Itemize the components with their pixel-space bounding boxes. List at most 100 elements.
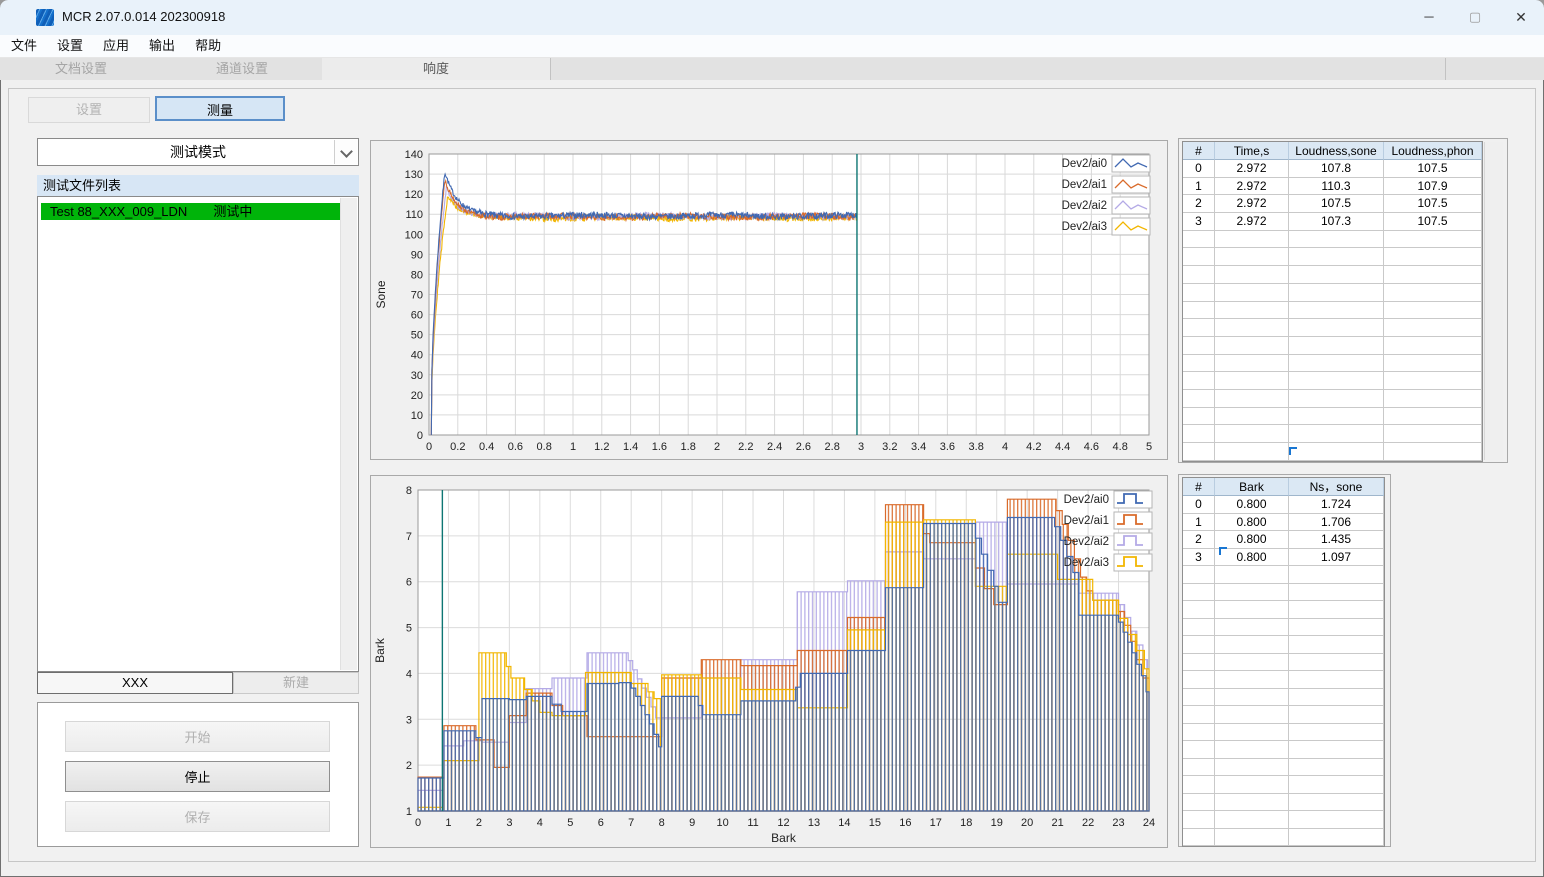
table-cell[interactable] (1289, 248, 1384, 267)
test-file-item[interactable]: Test 88_XXX_009_LDN 测试中 (41, 203, 341, 220)
table-cell[interactable]: 107.5 (1384, 195, 1482, 214)
table-row[interactable] (1183, 389, 1482, 408)
specific-loudness-chart[interactable]: 0 1 2 3 4 5 6 7 8 9 10 11 12 13 14 15 16 17 18 19 20 21 22 23 24… (370, 475, 1168, 848)
xxx-button[interactable]: XXX (37, 672, 233, 694)
table-cell[interactable] (1289, 566, 1384, 584)
table-row[interactable] (1183, 758, 1384, 776)
table-cell[interactable] (1183, 671, 1215, 689)
table-cell[interactable]: 1.724 (1289, 496, 1384, 514)
table-row[interactable] (1183, 266, 1482, 284)
table-cell[interactable] (1215, 811, 1289, 829)
table-row[interactable] (1183, 688, 1384, 706)
menu-item-0[interactable]: 文件 (2, 35, 46, 57)
table-cell[interactable]: 2.972 (1215, 213, 1289, 231)
table-cell[interactable]: 107.5 (1384, 213, 1482, 231)
table-cell[interactable] (1384, 230, 1482, 249)
table-cell[interactable]: 0.800 (1215, 531, 1289, 549)
subtab-settings-button[interactable]: 设置 (28, 97, 150, 123)
stop-button[interactable]: 停止 (65, 761, 330, 792)
table-cell[interactable] (1215, 601, 1289, 619)
table-cell[interactable]: 1 (1183, 177, 1215, 196)
table-cell[interactable] (1215, 723, 1289, 741)
test-file-listbox[interactable]: Test 88_XXX_009_LDN 测试中 (37, 196, 359, 672)
table-cell[interactable]: 0.800 (1215, 513, 1289, 531)
table-cell[interactable] (1289, 828, 1384, 846)
table-row[interactable] (1183, 372, 1482, 390)
table-cell[interactable] (1215, 566, 1289, 584)
table-cell[interactable] (1215, 319, 1289, 337)
table-row[interactable]: 2 0.800 1.435 (1183, 531, 1384, 549)
table-cell[interactable] (1215, 741, 1289, 759)
table-row[interactable] (1183, 425, 1482, 443)
table-cell[interactable] (1384, 425, 1482, 443)
table-cell[interactable] (1384, 372, 1482, 390)
table-row[interactable] (1183, 354, 1482, 373)
table-cell[interactable]: 3 (1183, 548, 1215, 566)
start-button[interactable]: 开始 (65, 721, 330, 752)
table-cell[interactable] (1215, 389, 1289, 408)
table-cell[interactable] (1215, 407, 1289, 426)
table-cell[interactable] (1215, 372, 1289, 390)
minimize-icon[interactable]: ─ (1406, 0, 1452, 34)
table-cell[interactable] (1183, 372, 1215, 390)
table-cell[interactable] (1289, 723, 1384, 741)
table-cell[interactable] (1183, 618, 1215, 636)
table-cell[interactable] (1384, 336, 1482, 355)
table-cell[interactable] (1183, 230, 1215, 249)
table-row[interactable] (1183, 248, 1482, 267)
table-cell[interactable] (1215, 248, 1289, 267)
table-cell[interactable]: 0.800 (1215, 496, 1289, 514)
table-cell[interactable] (1215, 636, 1289, 654)
table-cell[interactable] (1215, 301, 1289, 320)
table-row[interactable]: 1 0.800 1.706 (1183, 513, 1384, 531)
table-cell[interactable] (1384, 301, 1482, 320)
table-cell[interactable] (1289, 283, 1384, 302)
table-cell[interactable] (1183, 425, 1215, 443)
table-row[interactable] (1183, 671, 1384, 689)
table-cell[interactable] (1384, 407, 1482, 426)
table-cell[interactable] (1289, 688, 1384, 706)
maximize-icon[interactable]: ▢ (1452, 0, 1498, 34)
table-cell[interactable] (1384, 354, 1482, 373)
table-cell[interactable] (1215, 283, 1289, 302)
table-row[interactable] (1183, 723, 1384, 741)
subtab-measure-button[interactable]: 测量 (155, 96, 285, 121)
table-row[interactable] (1183, 776, 1384, 794)
table-cell[interactable] (1183, 566, 1215, 584)
table-cell[interactable] (1384, 389, 1482, 408)
table-row[interactable] (1183, 636, 1384, 654)
table-cell[interactable] (1215, 776, 1289, 794)
table-cell[interactable] (1183, 723, 1215, 741)
table-cell[interactable] (1289, 389, 1384, 408)
table-row[interactable] (1183, 443, 1482, 461)
menu-item-3[interactable]: 输出 (140, 35, 184, 57)
table-cell[interactable]: 107.8 (1289, 160, 1384, 178)
table-row[interactable] (1183, 706, 1384, 724)
table-cell[interactable]: 2.972 (1215, 177, 1289, 196)
table-cell[interactable] (1289, 443, 1384, 461)
table-cell[interactable] (1384, 443, 1482, 461)
table-cell[interactable]: 107.5 (1289, 195, 1384, 214)
table-cell[interactable] (1215, 793, 1289, 811)
table-cell[interactable] (1289, 776, 1384, 794)
table-cell[interactable] (1183, 828, 1215, 846)
table-cell[interactable] (1183, 688, 1215, 706)
combo-arrow-button[interactable] (334, 140, 357, 164)
tab-2[interactable]: 响度 (322, 58, 551, 80)
table-row[interactable] (1183, 301, 1482, 320)
table-cell[interactable] (1183, 319, 1215, 337)
table-cell[interactable]: 0 (1183, 496, 1215, 514)
tab-0[interactable]: 文档设置 (0, 58, 163, 80)
table-cell[interactable] (1215, 706, 1289, 724)
table-cell[interactable] (1289, 354, 1384, 373)
table-cell[interactable] (1215, 583, 1289, 601)
table-cell[interactable] (1215, 354, 1289, 373)
table-row[interactable] (1183, 618, 1384, 636)
table-cell[interactable] (1215, 688, 1289, 706)
table-cell[interactable] (1183, 443, 1215, 461)
table-cell[interactable] (1289, 266, 1384, 284)
table-cell[interactable] (1183, 407, 1215, 426)
table-cell[interactable] (1289, 583, 1384, 601)
table-cell[interactable] (1289, 758, 1384, 776)
table-row[interactable]: 0 2.972 107.8 107.5 (1183, 160, 1482, 178)
